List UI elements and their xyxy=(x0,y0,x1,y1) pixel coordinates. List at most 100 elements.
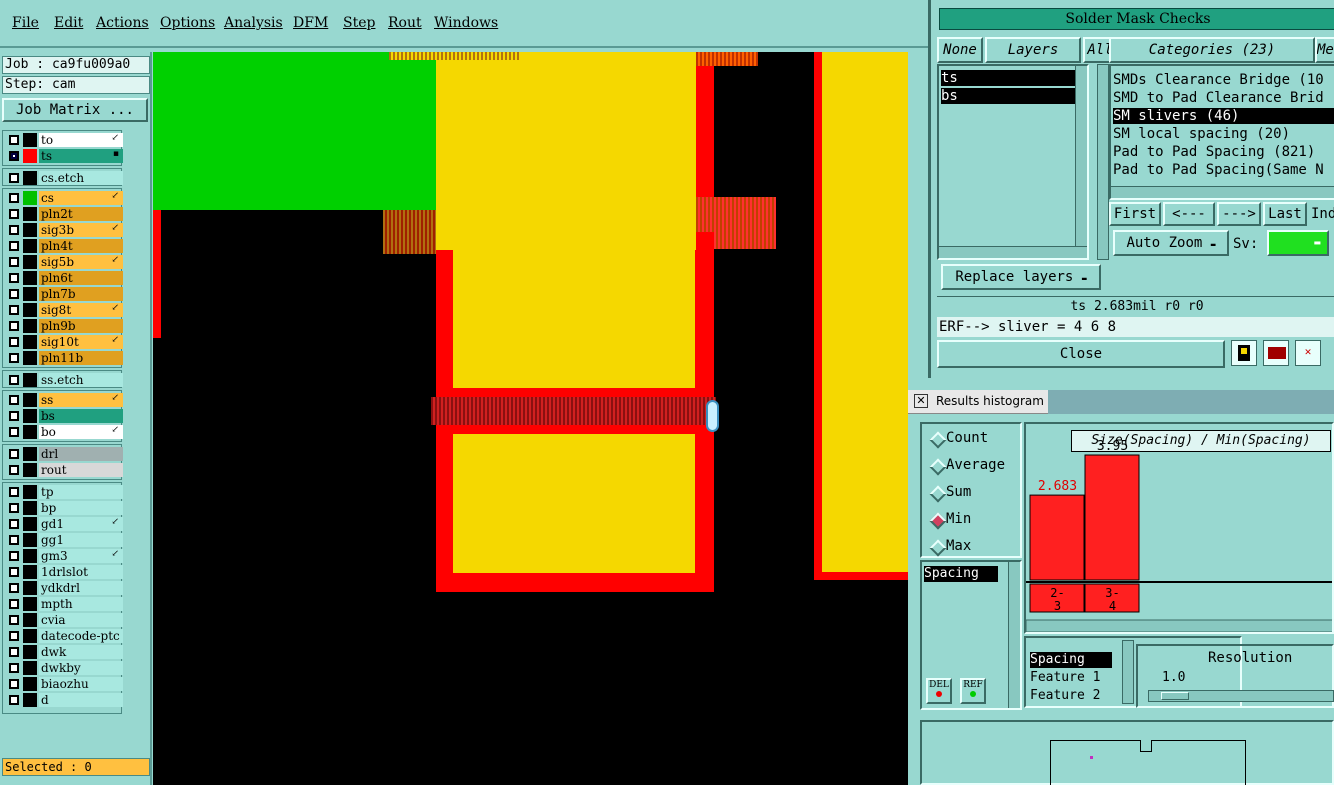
menu-actions[interactable]: Actions xyxy=(96,15,149,31)
layer-checkbox[interactable] xyxy=(9,173,19,183)
layer-color-swatch[interactable] xyxy=(23,373,37,387)
layer-checkbox[interactable] xyxy=(9,241,19,251)
layer-color-swatch[interactable] xyxy=(23,393,37,407)
layer-name[interactable]: pln2t xyxy=(39,207,123,221)
layer-checkbox[interactable] xyxy=(9,449,19,459)
layer-color-swatch[interactable] xyxy=(23,287,37,301)
attr-scrollbar[interactable] xyxy=(1122,640,1134,704)
layer-color-swatch[interactable] xyxy=(23,629,37,643)
layer-checkbox[interactable] xyxy=(9,615,19,625)
layer-color-swatch[interactable] xyxy=(23,613,37,627)
layer-checkbox[interactable] xyxy=(9,411,19,421)
layer-color-swatch[interactable] xyxy=(23,677,37,691)
layer-row-sig10t[interactable]: sig10t ↙ xyxy=(3,335,123,349)
attr-item-feature1[interactable]: Feature 1 xyxy=(1030,670,1100,686)
close-icon[interactable]: ✕ xyxy=(914,394,928,408)
layer-checkbox[interactable] xyxy=(9,551,19,561)
layer-name[interactable]: dwkby xyxy=(39,661,123,675)
layer-color-swatch[interactable] xyxy=(23,565,37,579)
layer-checkbox[interactable] xyxy=(9,353,19,363)
layer-color-swatch[interactable] xyxy=(23,447,37,461)
field-list[interactable]: Spacing DEL REF xyxy=(920,560,1022,710)
layer-row-cs.etch[interactable]: cs.etch xyxy=(3,171,123,185)
layers-hscrollbar[interactable] xyxy=(939,246,1087,258)
next-button[interactable]: ---> xyxy=(1217,202,1261,226)
close-button[interactable]: Close xyxy=(937,340,1225,368)
layer-color-swatch[interactable] xyxy=(23,319,37,333)
none-button[interactable]: None xyxy=(937,37,983,63)
layer-name[interactable]: mpth xyxy=(39,597,123,611)
chart-hscrollbar[interactable] xyxy=(1026,619,1334,632)
layer-row-sig3b[interactable]: sig3b ↙ xyxy=(3,223,123,237)
layer-row-d[interactable]: d xyxy=(3,693,123,707)
menu-edit[interactable]: Edit xyxy=(54,15,83,31)
layer-name[interactable]: pln4t xyxy=(39,239,123,253)
menu-rout[interactable]: Rout xyxy=(388,15,422,31)
field-item-spacing[interactable]: Spacing xyxy=(924,566,998,582)
layer-item-ts[interactable]: ts xyxy=(941,70,1081,86)
layer-name[interactable]: to xyxy=(39,133,123,147)
layer-checkbox[interactable] xyxy=(9,503,19,513)
layer-color-swatch[interactable] xyxy=(23,693,37,707)
layer-name[interactable]: gg1 xyxy=(39,533,123,547)
layer-color-swatch[interactable] xyxy=(23,335,37,349)
layer-row-biaozhu[interactable]: biaozhu xyxy=(3,677,123,691)
prev-button[interactable]: <--- xyxy=(1163,202,1215,226)
layer-color-swatch[interactable] xyxy=(23,133,37,147)
menu-file[interactable]: File xyxy=(12,15,39,31)
menu-dfm[interactable]: DFM xyxy=(293,15,328,31)
min-radio[interactable] xyxy=(929,512,947,530)
layer-name[interactable]: bo xyxy=(39,425,123,439)
layer-color-swatch[interactable] xyxy=(23,425,37,439)
layer-row-cs[interactable]: cs ↙ xyxy=(3,191,123,205)
layer-name[interactable]: pln7b xyxy=(39,287,123,301)
layer-row-pln4t[interactable]: pln4t xyxy=(3,239,123,253)
layer-name[interactable]: cvia xyxy=(39,613,123,627)
layer-row-sig8t[interactable]: sig8t ↙ xyxy=(3,303,123,317)
layer-color-swatch[interactable] xyxy=(23,351,37,365)
layer-checkbox[interactable] xyxy=(9,427,19,437)
layer-name[interactable]: ss xyxy=(39,393,123,407)
layer-row-tp[interactable]: tp xyxy=(3,485,123,499)
layer-checkbox[interactable] xyxy=(9,487,19,497)
max-radio[interactable] xyxy=(929,539,947,557)
layer-color-swatch[interactable] xyxy=(23,597,37,611)
layers-list[interactable]: ts bs xyxy=(937,64,1089,260)
attr-item-feature2[interactable]: Feature 2 xyxy=(1030,688,1100,704)
histogram-bar[interactable] xyxy=(1029,494,1085,581)
ref-delete-icon[interactable]: ✕ xyxy=(1295,340,1321,366)
layer-row-gg1[interactable]: gg1 xyxy=(3,533,123,547)
first-button[interactable]: First xyxy=(1109,202,1161,226)
layer-row-ss[interactable]: ss ↙ xyxy=(3,393,123,407)
layer-name[interactable]: pln6t xyxy=(39,271,123,285)
layer-color-swatch[interactable] xyxy=(23,463,37,477)
layer-name[interactable]: gm3 xyxy=(39,549,123,563)
layer-name[interactable]: sig3b xyxy=(39,223,123,237)
menu-analysis[interactable]: Analysis xyxy=(224,15,283,31)
histogram-bar[interactable] xyxy=(1084,454,1140,581)
layer-name[interactable]: 1drlslot xyxy=(39,565,123,579)
del-button[interactable]: DEL xyxy=(926,678,952,704)
category-item[interactable]: Pad to Pad Spacing(Same N xyxy=(1113,162,1324,178)
layer-name[interactable]: sig10t xyxy=(39,335,123,349)
layer-color-swatch[interactable] xyxy=(23,645,37,659)
layer-name[interactable]: ydkdrl xyxy=(39,581,123,595)
layer-checkbox[interactable] xyxy=(9,257,19,267)
layer-checkbox[interactable] xyxy=(9,395,19,405)
layer-name[interactable]: d xyxy=(39,693,123,707)
category-item-selected[interactable]: SM slivers (46) xyxy=(1113,108,1334,124)
highlight-icon[interactable] xyxy=(1231,340,1257,366)
categories-button[interactable]: Categories (23) xyxy=(1109,37,1315,63)
layer-name[interactable]: tp xyxy=(39,485,123,499)
layer-name[interactable]: dwk xyxy=(39,645,123,659)
category-item[interactable]: Pad to Pad Spacing (821) xyxy=(1113,144,1315,160)
layer-checkbox[interactable] xyxy=(9,631,19,641)
layer-name[interactable]: bs xyxy=(39,409,123,423)
layer-name[interactable]: rout xyxy=(39,463,123,477)
layer-checkbox[interactable] xyxy=(9,647,19,657)
sliver-marker[interactable] xyxy=(706,400,719,432)
layer-checkbox[interactable] xyxy=(9,599,19,609)
layer-color-swatch[interactable] xyxy=(23,549,37,563)
layer-row-pln11b[interactable]: pln11b xyxy=(3,351,123,365)
layer-color-swatch[interactable] xyxy=(23,303,37,317)
